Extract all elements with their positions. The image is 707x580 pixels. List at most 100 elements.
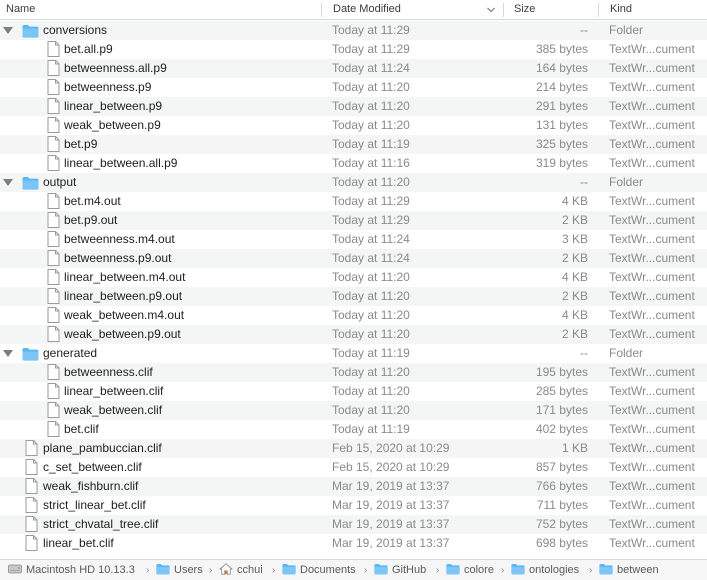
file-row[interactable]: plane_pambuccian.clif Feb 15, 2020 at 10:…: [0, 439, 707, 458]
path-item-documents[interactable]: Documents: [282, 563, 356, 578]
file-row[interactable]: linear_between.m4.out Today at 11:20 4 KB T…: [0, 268, 707, 287]
file-row[interactable]: weak_between.m4.out Today at 11:20 4 KB Tex…: [0, 306, 707, 325]
file-size: 1 KB: [561, 441, 588, 455]
path-bar: Macintosh HD 10.13.3 › Users › cchui › Documen…: [0, 559, 707, 580]
path-item-macintosh-hd-10-13-3[interactable]: Macintosh HD 10.13.3: [8, 563, 135, 578]
file-row[interactable]: betweenness.p9.out Today at 11:24 2 KB Text…: [0, 249, 707, 268]
path-item-label: ontologies: [529, 564, 580, 576]
path-item-cchui[interactable]: cchui: [219, 563, 263, 578]
home-icon: [219, 563, 233, 580]
file-row[interactable]: weak_between.p9 Today at 11:20 131 bytes Te…: [0, 116, 707, 135]
file-row[interactable]: linear_between.clif Today at 11:20 285 byt…: [0, 382, 707, 401]
file-name: weak_between.p9: [64, 118, 161, 132]
name-column-header[interactable]: Name: [6, 0, 316, 20]
file-row[interactable]: strict_chvatal_tree.clif Mar 19, 2019 at …: [0, 515, 707, 534]
document-icon: [25, 478, 38, 497]
path-item-github[interactable]: GitHub: [374, 563, 426, 578]
path-item-colore[interactable]: colore: [446, 563, 494, 578]
file-kind: TextWr...cument: [609, 42, 695, 56]
file-row[interactable]: weak_between.clif Today at 11:20 171 bytes…: [0, 401, 707, 420]
date-column-header[interactable]: Date Modified: [333, 0, 483, 20]
file-size: --: [580, 175, 588, 189]
file-row[interactable]: betweenness.p9 Today at 11:20 214 bytes Tex…: [0, 78, 707, 97]
file-kind: TextWr...cument: [609, 251, 695, 265]
path-item-between[interactable]: between: [599, 563, 659, 578]
folder-row[interactable]: output Today at 11:20 -- Folder: [0, 173, 707, 192]
file-row[interactable]: linear_between.p9.out Today at 11:20 2 KB T…: [0, 287, 707, 306]
file-kind: TextWr...cument: [609, 384, 695, 398]
file-size: 698 bytes: [535, 536, 588, 550]
file-kind: TextWr...cument: [609, 536, 695, 550]
document-icon: [25, 535, 38, 554]
file-kind: Folder: [609, 175, 644, 189]
date-modified: Today at 11:20: [332, 80, 410, 94]
path-separator: ›: [501, 565, 505, 576]
file-row[interactable]: betweenness.m4.out Today at 11:24 3 KB Text…: [0, 230, 707, 249]
file-kind: TextWr...cument: [609, 80, 695, 94]
file-row[interactable]: linear_between.p9 Today at 11:20 291 bytes…: [0, 97, 707, 116]
kind-column-header[interactable]: Kind: [610, 0, 706, 20]
size-column-header[interactable]: Size: [514, 0, 594, 20]
folder-icon: [156, 563, 170, 580]
file-row[interactable]: weak_between.p9.out Today at 11:20 2 KB Tex…: [0, 325, 707, 344]
file-size: 2 KB: [561, 327, 588, 341]
file-size: 857 bytes: [535, 460, 588, 474]
path-item-ontologies[interactable]: ontologies: [511, 563, 579, 578]
file-row[interactable]: bet.p9.out Today at 11:29 2 KB TextWr...cum…: [0, 211, 707, 230]
document-icon: [47, 364, 60, 383]
file-size: 752 bytes: [535, 517, 588, 531]
document-icon: [47, 326, 60, 345]
file-row[interactable]: weak_fishburn.clif Mar 19, 2019 at 13:37 7…: [0, 477, 707, 496]
document-icon: [47, 98, 60, 117]
file-kind: TextWr...cument: [609, 99, 695, 113]
file-kind: TextWr...cument: [609, 232, 695, 246]
file-name: bet.p9: [64, 137, 98, 151]
document-icon: [47, 421, 60, 440]
file-row[interactable]: strict_linear_bet.clif Mar 19, 2019 at 13…: [0, 496, 707, 515]
file-row[interactable]: betweenness.all.p9 Today at 11:24 164 byte…: [0, 59, 707, 78]
file-row[interactable]: bet.all.p9 Today at 11:29 385 bytes TextWr.…: [0, 40, 707, 59]
file-row[interactable]: bet.clif Today at 11:19 402 bytes TextWr...…: [0, 420, 707, 439]
file-name: linear_bet.clif: [43, 536, 114, 550]
document-icon: [47, 307, 60, 326]
date-modified: Today at 11:20: [332, 365, 410, 379]
file-kind: Folder: [609, 23, 644, 37]
disclosure-triangle-icon[interactable]: [3, 179, 13, 186]
disclosure-triangle-icon[interactable]: [3, 27, 13, 34]
date-modified: Feb 15, 2020 at 10:29: [332, 441, 450, 455]
disclosure-triangle-icon[interactable]: [3, 350, 13, 357]
file-row[interactable]: bet.p9 Today at 11:19 325 bytes TextWr...cu…: [0, 135, 707, 154]
file-name: linear_between.p9: [64, 99, 163, 113]
file-name: bet.clif: [64, 422, 99, 436]
path-separator: ›: [272, 565, 276, 576]
date-modified: Mar 19, 2019 at 13:37: [332, 498, 450, 512]
column-divider[interactable]: [598, 3, 599, 17]
file-row[interactable]: bet.m4.out Today at 11:29 4 KB TextWr...cum…: [0, 192, 707, 211]
date-modified: Feb 15, 2020 at 10:29: [332, 460, 450, 474]
date-modified: Mar 19, 2019 at 13:37: [332, 517, 450, 531]
file-list: conversions Today at 11:29 -- Folder bet.all…: [0, 21, 707, 557]
document-icon: [47, 250, 60, 269]
file-name: conversions: [43, 23, 108, 37]
sort-descending-icon[interactable]: [484, 3, 498, 17]
file-row[interactable]: c_set_between.clif Feb 15, 2020 at 10:29 8…: [0, 458, 707, 477]
column-divider[interactable]: [321, 3, 322, 17]
document-icon: [47, 60, 60, 79]
folder-row[interactable]: generated Today at 11:19 -- Folder: [0, 344, 707, 363]
document-icon: [47, 117, 60, 136]
file-size: 385 bytes: [535, 42, 588, 56]
file-name: betweenness.all.p9: [64, 61, 167, 75]
document-icon: [25, 497, 38, 516]
file-name: betweenness.m4.out: [64, 232, 175, 246]
file-name: c_set_between.clif: [43, 460, 142, 474]
path-item-users[interactable]: Users: [156, 563, 203, 578]
folder-icon: [22, 176, 39, 193]
file-row[interactable]: betweenness.clif Today at 11:20 195 bytes T…: [0, 363, 707, 382]
folder-row[interactable]: conversions Today at 11:29 -- Folder: [0, 21, 707, 40]
file-row[interactable]: linear_bet.clif Mar 19, 2019 at 13:37 698 …: [0, 534, 707, 553]
folder-icon: [511, 563, 525, 580]
date-modified: Today at 11:19: [332, 346, 410, 360]
column-divider[interactable]: [503, 3, 504, 17]
disk-icon: [8, 563, 22, 580]
file-row[interactable]: linear_between.all.p9 Today at 11:16 319 b…: [0, 154, 707, 173]
